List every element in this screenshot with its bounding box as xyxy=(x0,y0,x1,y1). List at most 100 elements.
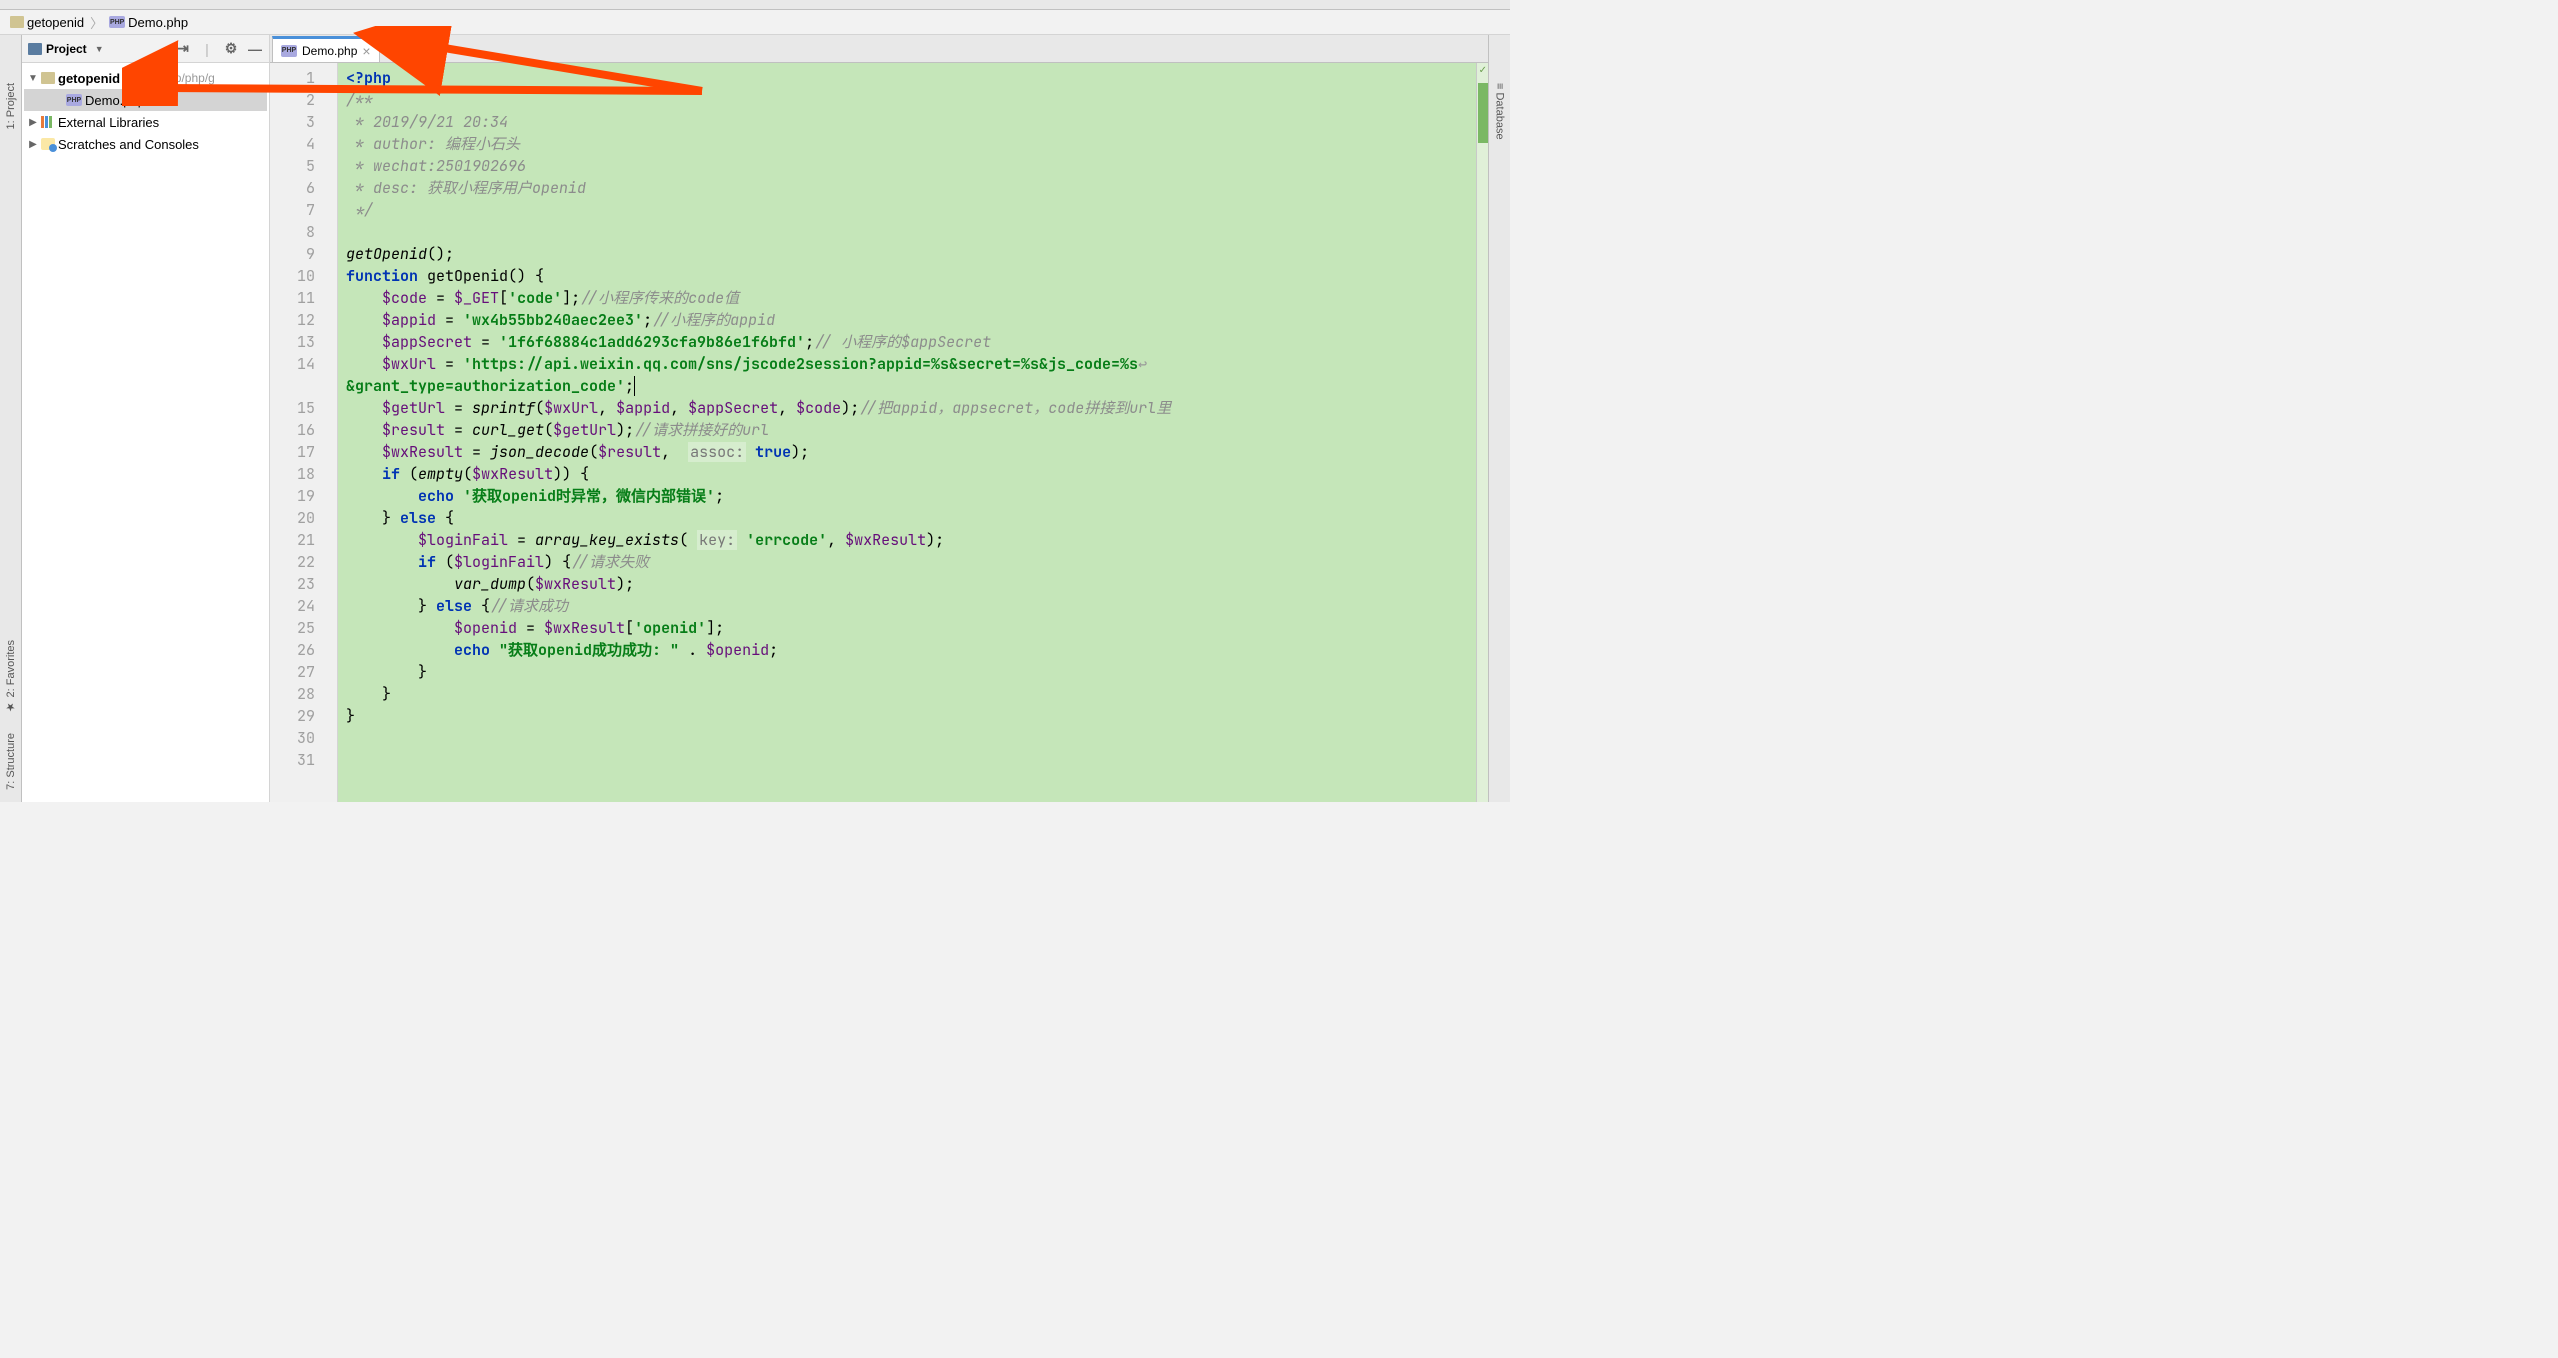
line-number[interactable]: 21 xyxy=(270,529,337,551)
line-number[interactable] xyxy=(270,375,337,397)
code-line[interactable]: * author: 编程小石头 xyxy=(346,133,1476,155)
line-gutter[interactable]: 1234567891011121314151617181920212223242… xyxy=(270,63,338,802)
line-number[interactable]: 8 xyxy=(270,221,337,243)
line-number[interactable]: 23 xyxy=(270,573,337,595)
tool-database[interactable]: ≡ Database xyxy=(1492,75,1508,148)
expand-arrow-icon[interactable]: ▼ xyxy=(28,73,38,84)
code-line[interactable]: $code = $_GET['code'];//小程序传来的code值 xyxy=(346,287,1476,309)
divider: | xyxy=(199,41,215,57)
tree-file-demo[interactable]: PHP Demo.php xyxy=(24,89,267,111)
tab-demo-php[interactable]: PHP Demo.php × xyxy=(272,36,380,62)
code-line[interactable]: /** xyxy=(346,89,1476,111)
gear-icon[interactable]: ⚙ xyxy=(223,41,239,57)
code-line[interactable]: $openid = $wxResult['openid']; xyxy=(346,617,1476,639)
code-line[interactable]: function getOpenid() { xyxy=(346,265,1476,287)
line-number[interactable]: 25 xyxy=(270,617,337,639)
code-line[interactable]: * 2019/9/21 20:34 xyxy=(346,111,1476,133)
code-line[interactable]: $appSecret = '1f6f68884c1add6293cfa9b86e… xyxy=(346,331,1476,353)
code-line[interactable]: */ xyxy=(346,199,1476,221)
line-number[interactable]: 2 xyxy=(270,89,337,111)
code-line[interactable] xyxy=(346,221,1476,243)
line-number[interactable]: 18 xyxy=(270,463,337,485)
left-tool-strip: 1: Project ★ 2: Favorites 7: Structure xyxy=(0,35,22,802)
line-number[interactable]: 5 xyxy=(270,155,337,177)
line-number[interactable]: 1 xyxy=(270,67,337,89)
line-number[interactable]: 13 xyxy=(270,331,337,353)
line-number[interactable]: 28 xyxy=(270,683,337,705)
tree-root-label: getopenid xyxy=(58,71,120,86)
expand-arrow-icon[interactable]: ▶ xyxy=(28,117,38,128)
code-line[interactable] xyxy=(346,749,1476,771)
code-line[interactable]: echo '获取openid时异常，微信内部错误'; xyxy=(346,485,1476,507)
editor-area: PHP Demo.php × 1234567891011121314151617… xyxy=(270,35,1488,802)
line-number[interactable]: 24 xyxy=(270,595,337,617)
breadcrumb: getopenid 〉 PHP Demo.php xyxy=(0,10,1510,35)
tree-root[interactable]: ▼ getopenid ~/Desktop/php/g xyxy=(24,67,267,89)
line-number[interactable]: 31 xyxy=(270,749,337,771)
line-number[interactable]: 17 xyxy=(270,441,337,463)
breadcrumb-root[interactable]: getopenid xyxy=(6,13,88,32)
tool-favorites[interactable]: ★ 2: Favorites xyxy=(2,632,19,722)
tool-structure[interactable]: 7: Structure xyxy=(3,725,19,798)
code-line[interactable]: } else {//请求成功 xyxy=(346,595,1476,617)
chevron-down-icon: ▼ xyxy=(95,44,104,54)
breadcrumb-file-label: Demo.php xyxy=(128,15,188,30)
line-number[interactable]: 16 xyxy=(270,419,337,441)
line-number[interactable]: 9 xyxy=(270,243,337,265)
code-line[interactable]: $getUrl = sprintf($wxUrl, $appid, $appSe… xyxy=(346,397,1476,419)
line-number[interactable]: 11 xyxy=(270,287,337,309)
code-line[interactable]: var_dump($wxResult); xyxy=(346,573,1476,595)
code-line[interactable]: $loginFail = array_key_exists( key: 'err… xyxy=(346,529,1476,551)
code-line[interactable]: getOpenid(); xyxy=(346,243,1476,265)
line-number[interactable]: 29 xyxy=(270,705,337,727)
tree-external-libraries[interactable]: ▶ External Libraries xyxy=(24,111,267,133)
line-number[interactable]: 10 xyxy=(270,265,337,287)
hide-icon[interactable]: — xyxy=(247,41,263,57)
code-line[interactable]: * desc: 获取小程序用户openid xyxy=(346,177,1476,199)
code-line[interactable]: echo "获取openid成功成功: " . $openid; xyxy=(346,639,1476,661)
code-line[interactable]: <?php xyxy=(346,67,1476,89)
line-number[interactable]: 3 xyxy=(270,111,337,133)
tool-project[interactable]: 1: Project xyxy=(3,75,19,137)
code-line[interactable]: if ($loginFail) {//请求失败 xyxy=(346,551,1476,573)
code-line[interactable] xyxy=(346,727,1476,749)
line-number[interactable]: 4 xyxy=(270,133,337,155)
line-number[interactable]: 15 xyxy=(270,397,337,419)
code-line[interactable]: if (empty($wxResult)) { xyxy=(346,463,1476,485)
code-editor[interactable]: <?php/** * 2019/9/21 20:34 * author: 编程小… xyxy=(338,63,1476,802)
line-number[interactable]: 30 xyxy=(270,727,337,749)
code-line[interactable]: } else { xyxy=(346,507,1476,529)
line-number[interactable]: 6 xyxy=(270,177,337,199)
minimap[interactable]: ✓ xyxy=(1476,63,1488,802)
code-line[interactable]: } xyxy=(346,683,1476,705)
code-line[interactable]: } xyxy=(346,661,1476,683)
code-line[interactable]: } xyxy=(346,705,1476,727)
line-number[interactable]: 26 xyxy=(270,639,337,661)
code-line[interactable]: $appid = 'wx4b55bb240aec2ee3';//小程序的appi… xyxy=(346,309,1476,331)
breadcrumb-file[interactable]: PHP Demo.php xyxy=(105,13,192,32)
tree-file-label: Demo.php xyxy=(85,93,145,108)
project-panel: Project ▼ ⇥ | ⚙ — ▼ getopenid ~/Desktop/… xyxy=(22,35,270,802)
line-number[interactable]: 27 xyxy=(270,661,337,683)
project-header: Project ▼ ⇥ | ⚙ — xyxy=(22,35,269,63)
libraries-icon xyxy=(41,116,55,128)
project-tree[interactable]: ▼ getopenid ~/Desktop/php/g PHP Demo.php… xyxy=(22,63,269,159)
code-line[interactable]: $wxResult = json_decode($result, assoc: … xyxy=(346,441,1476,463)
close-icon[interactable]: × xyxy=(362,43,370,59)
code-line[interactable]: $wxUrl = 'https://api.weixin.qq.com/sns/… xyxy=(346,353,1476,375)
line-number[interactable]: 7 xyxy=(270,199,337,221)
collapse-icon[interactable]: ⇥ xyxy=(175,41,191,57)
line-number[interactable]: 14 xyxy=(270,353,337,375)
tree-scratches[interactable]: ▶ Scratches and Consoles xyxy=(24,133,267,155)
line-number[interactable]: 12 xyxy=(270,309,337,331)
tab-label: Demo.php xyxy=(302,44,357,58)
expand-arrow-icon[interactable]: ▶ xyxy=(28,139,38,150)
code-line[interactable]: $result = curl_get($getUrl);//请求拼接好的url xyxy=(346,419,1476,441)
code-line[interactable]: * wechat:2501902696 xyxy=(346,155,1476,177)
code-line[interactable]: &grant_type=authorization_code'; xyxy=(346,375,1476,397)
project-view-selector[interactable]: Project ▼ xyxy=(28,42,175,56)
line-number[interactable]: 19 xyxy=(270,485,337,507)
line-number[interactable]: 22 xyxy=(270,551,337,573)
tree-scratches-label: Scratches and Consoles xyxy=(58,137,199,152)
line-number[interactable]: 20 xyxy=(270,507,337,529)
